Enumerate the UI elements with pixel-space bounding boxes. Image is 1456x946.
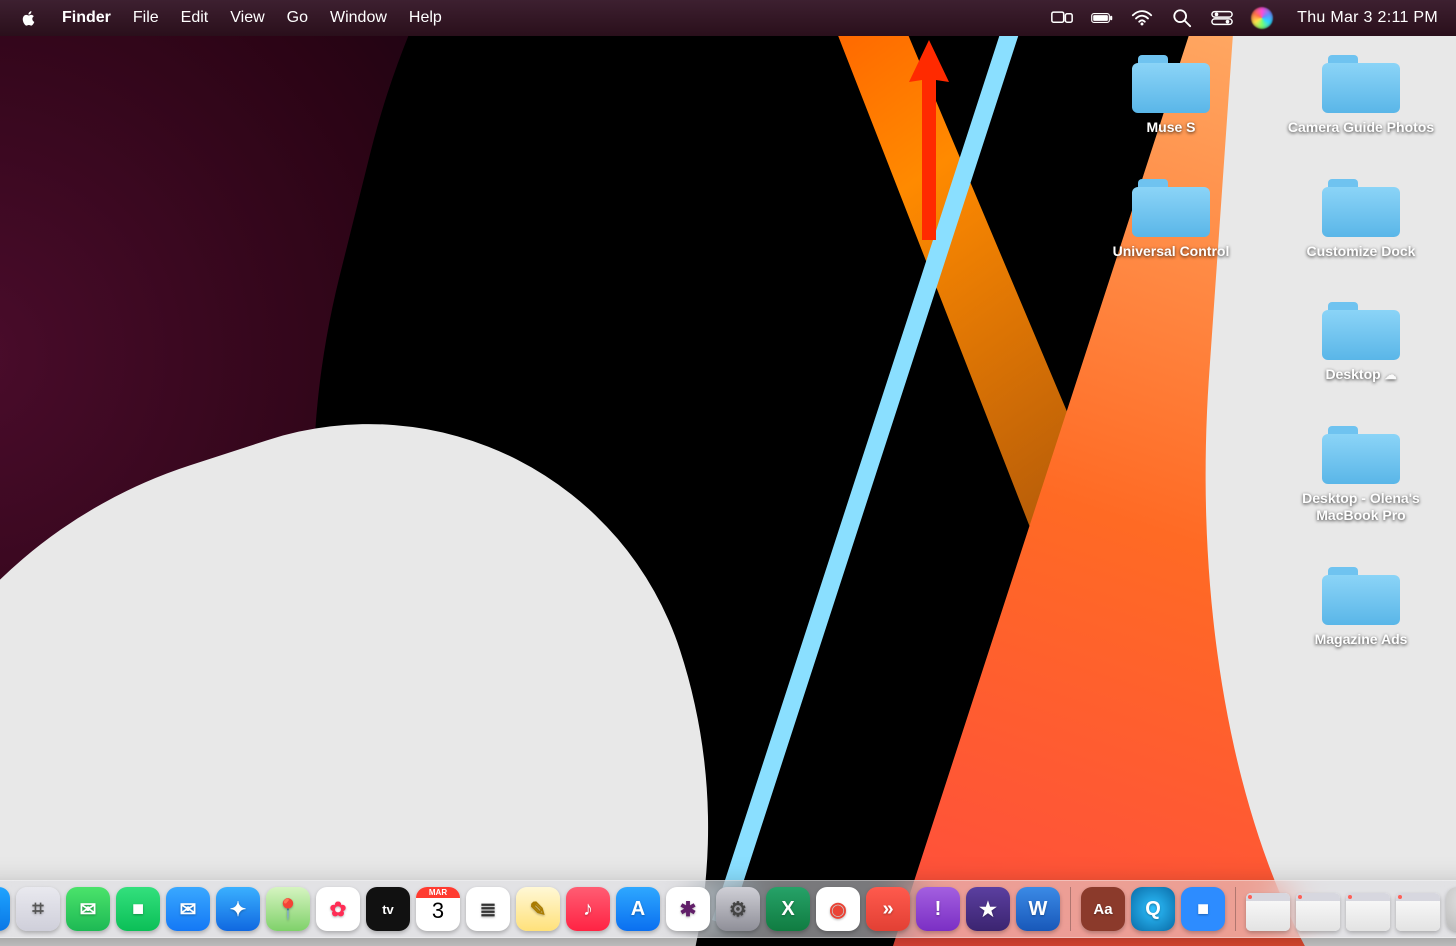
dock-app-launchpad[interactable]: ⌗ — [16, 887, 60, 931]
siri-icon[interactable] — [1251, 7, 1273, 29]
apple-menu-icon[interactable] — [18, 7, 40, 29]
folder-icon — [1322, 426, 1400, 484]
menu-file[interactable]: File — [133, 9, 159, 27]
menubar-datetime[interactable]: Thu Mar 3 2:11 PM — [1297, 9, 1438, 27]
desktop-icons-area: Muse S Universal Control Camera Guide Pho… — [1096, 55, 1436, 648]
desktop-folder[interactable]: Desktop ☁︎ — [1322, 302, 1400, 384]
dock-minimized-window[interactable] — [1296, 893, 1340, 931]
menu-window[interactable]: Window — [330, 9, 387, 27]
dock-app-maps[interactable]: 📍 — [266, 887, 310, 931]
dock-app-zoom[interactable]: ■ — [1181, 887, 1225, 931]
dock-app-quicktime[interactable]: Q — [1131, 887, 1175, 931]
dock-app-appletv[interactable]: tv — [366, 887, 410, 931]
folder-icon — [1132, 179, 1210, 237]
control-center-icon[interactable] — [1211, 7, 1233, 29]
menu-help[interactable]: Help — [409, 9, 442, 27]
dock-app-mail[interactable]: ✉︎ — [166, 887, 210, 931]
universal-control-icon[interactable] — [1051, 7, 1073, 29]
desktop-folder[interactable]: Customize Dock — [1307, 179, 1416, 261]
desktop-folder[interactable]: Desktop - Olena's MacBook Pro — [1286, 426, 1436, 525]
dock-app-onenote[interactable]: ! — [916, 887, 960, 931]
spotlight-icon[interactable] — [1171, 7, 1193, 29]
folder-label: Magazine Ads — [1315, 631, 1408, 649]
folder-label: Desktop ☁︎ — [1325, 366, 1396, 384]
dock-divider — [1070, 887, 1071, 931]
dock-app-photos[interactable]: ✿ — [316, 887, 360, 931]
menu-view[interactable]: View — [230, 9, 264, 27]
folder-label: Camera Guide Photos — [1288, 119, 1434, 137]
dock-app-calendar[interactable]: MAR3 — [416, 887, 460, 931]
wifi-icon[interactable] — [1131, 7, 1153, 29]
dock-app-safari[interactable]: ✦ — [216, 887, 260, 931]
active-app-name[interactable]: Finder — [62, 9, 111, 27]
folder-label: Universal Control — [1113, 243, 1230, 261]
dock-minimized-window[interactable] — [1346, 893, 1390, 931]
dock-app-dictionary[interactable]: Aa — [1081, 887, 1125, 931]
dock-app-imovie[interactable]: ★ — [966, 887, 1010, 931]
desktop-folder[interactable]: Magazine Ads — [1315, 567, 1408, 649]
dock-app-word[interactable]: W — [1016, 887, 1060, 931]
desktop-folder[interactable]: Universal Control — [1113, 179, 1230, 261]
desktop-folder[interactable]: Camera Guide Photos — [1288, 55, 1434, 137]
folder-label: Muse S — [1146, 119, 1195, 137]
dock-app-excel[interactable]: X — [766, 887, 810, 931]
folder-icon — [1322, 55, 1400, 113]
folder-icon — [1132, 55, 1210, 113]
dock-app-finder[interactable]: 🙂 — [0, 887, 10, 931]
desktop-folder[interactable]: Muse S — [1132, 55, 1210, 137]
folder-icon — [1322, 302, 1400, 360]
dock-app-chrome[interactable]: ◉ — [816, 887, 860, 931]
dock-app-reminders[interactable]: ≣ — [466, 887, 510, 931]
menu-go[interactable]: Go — [287, 9, 308, 27]
dock-app-settings[interactable]: ⚙︎ — [716, 887, 760, 931]
folder-icon — [1322, 179, 1400, 237]
menu-edit[interactable]: Edit — [181, 9, 209, 27]
dock: 🙂⌗✉︎■✉︎✦📍✿tvMAR3≣✎♪A✱⚙︎X◉»!★W AaQ■ — [0, 880, 1456, 938]
dock-app-music[interactable]: ♪ — [566, 887, 610, 931]
dock-app-messages[interactable]: ✉︎ — [66, 887, 110, 931]
folder-label: Customize Dock — [1307, 243, 1416, 261]
dock-minimized-window[interactable] — [1396, 893, 1440, 931]
menu-bar: Finder File Edit View Go Window Help Thu… — [0, 0, 1456, 36]
dock-app-facetime[interactable]: ■ — [116, 887, 160, 931]
dock-trash[interactable] — [1446, 887, 1456, 931]
battery-icon[interactable] — [1091, 7, 1113, 29]
dock-app-slack[interactable]: ✱ — [666, 887, 710, 931]
dock-app-todoist[interactable]: » — [866, 887, 910, 931]
dock-app-notes[interactable]: ✎ — [516, 887, 560, 931]
folder-label: Desktop - Olena's MacBook Pro — [1286, 490, 1436, 525]
dock-app-appstore[interactable]: A — [616, 887, 660, 931]
folder-icon — [1322, 567, 1400, 625]
dock-minimized-window[interactable] — [1246, 893, 1290, 931]
dock-divider — [1235, 887, 1236, 931]
